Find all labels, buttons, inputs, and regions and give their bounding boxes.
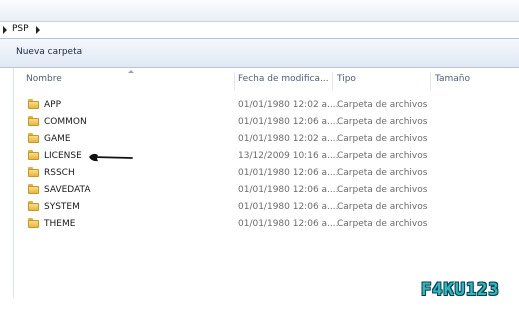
folder-icon	[28, 133, 39, 143]
item-type: Carpeta de archivos	[337, 219, 428, 229]
column-header-name[interactable]: Nombre	[26, 74, 62, 84]
folder-icon	[28, 218, 39, 228]
address-bar[interactable]: PSP	[0, 22, 519, 39]
item-type: Carpeta de archivos	[337, 100, 428, 110]
item-date: 01/01/1980 12:06 a....	[238, 219, 339, 229]
breadcrumb-psp[interactable]: PSP	[12, 24, 29, 34]
item-name: APP	[44, 100, 62, 110]
item-type: Carpeta de archivos	[337, 117, 428, 127]
item-name: SAVEDATA	[44, 185, 91, 195]
folder-icon	[28, 201, 39, 211]
item-date: 01/01/1980 12:02 a....	[238, 134, 339, 144]
list-item[interactable]: SAVEDATA 01/01/1980 12:06 a.... Carpeta …	[14, 181, 519, 198]
item-name: SYSTEM	[44, 202, 80, 212]
item-date: 01/01/1980 12:06 a....	[238, 117, 339, 127]
list-item[interactable]: THEME 01/01/1980 12:06 a.... Carpeta de …	[14, 215, 519, 232]
chevron-right-icon[interactable]	[3, 26, 7, 34]
item-type: Carpeta de archivos	[337, 151, 428, 161]
list-item[interactable]: RSSCH 01/01/1980 12:06 a.... Carpeta de …	[14, 164, 519, 181]
item-name: COMMON	[44, 117, 87, 127]
hand-drawn-arrow-icon	[89, 153, 133, 162]
list-item[interactable]: GAME 01/01/1980 12:02 a.... Carpeta de a…	[14, 130, 519, 147]
folder-icon	[28, 99, 39, 109]
item-type: Carpeta de archivos	[337, 134, 428, 144]
list-item[interactable]: APP 01/01/1980 12:02 a.... Carpeta de ar…	[14, 96, 519, 113]
item-name: RSSCH	[44, 168, 75, 178]
list-item[interactable]: COMMON 01/01/1980 12:06 a.... Carpeta de…	[14, 113, 519, 130]
item-date: 01/01/1980 12:06 a....	[238, 202, 339, 212]
folder-icon	[28, 150, 39, 160]
toolbar: Nueva carpeta	[0, 39, 519, 68]
item-name: LICENSE	[44, 151, 82, 161]
column-divider[interactable]	[430, 72, 431, 90]
item-type: Carpeta de archivos	[337, 168, 428, 178]
column-divider[interactable]	[234, 72, 235, 90]
sort-ascending-icon	[128, 70, 134, 73]
navigation-pane	[0, 68, 14, 298]
item-type: Carpeta de archivos	[337, 185, 428, 195]
item-date: 01/01/1980 12:06 a....	[238, 185, 339, 195]
folder-icon	[28, 116, 39, 126]
folder-icon	[28, 184, 39, 194]
column-header-size[interactable]: Tamaño	[435, 74, 470, 84]
list-item[interactable]: SYSTEM 01/01/1980 12:06 a.... Carpeta de…	[14, 198, 519, 215]
item-name: THEME	[44, 219, 76, 229]
item-type: Carpeta de archivos	[337, 202, 428, 212]
column-header-date[interactable]: Fecha de modifica...	[238, 74, 329, 84]
watermark-logo: F4KU123	[421, 280, 500, 300]
item-date: 01/01/1980 12:02 a....	[238, 100, 339, 110]
column-header-type[interactable]: Tipo	[337, 74, 356, 84]
new-folder-button[interactable]: Nueva carpeta	[16, 47, 82, 57]
folder-icon	[28, 167, 39, 177]
item-date: 01/01/1980 12:06 a....	[238, 168, 339, 178]
item-date: 13/12/2009 10:16 a....	[238, 151, 339, 161]
item-name: GAME	[44, 134, 71, 144]
window-top-bar	[0, 0, 519, 22]
column-divider[interactable]	[332, 72, 333, 90]
chevron-right-icon[interactable]	[36, 26, 40, 34]
column-headers: Nombre Fecha de modifica... Tipo Tamaño	[14, 68, 519, 92]
